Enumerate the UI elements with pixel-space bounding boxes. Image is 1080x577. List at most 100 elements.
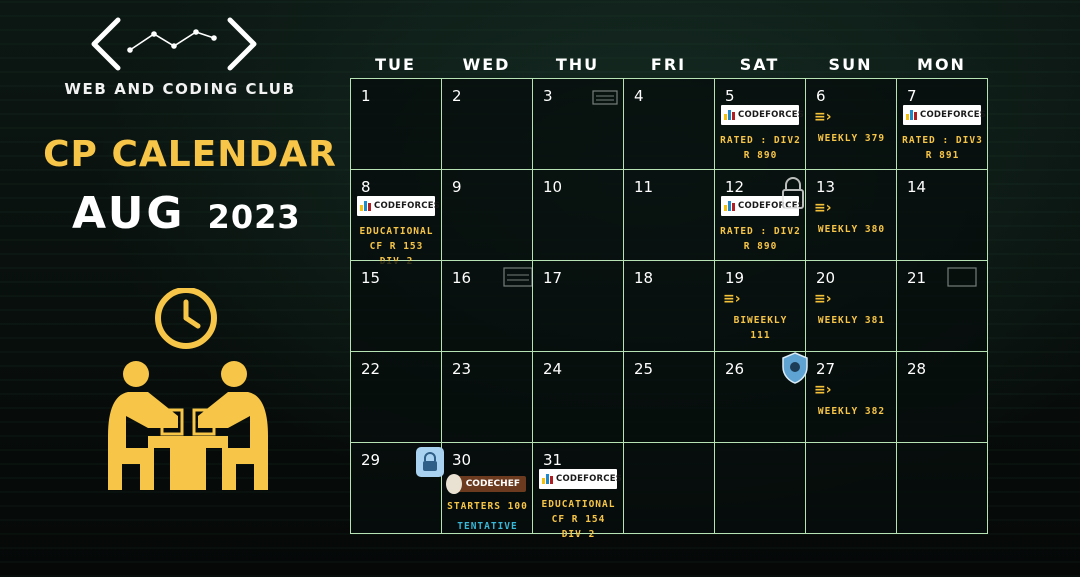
codechef-logo: CODECHEF: [446, 473, 526, 495]
calendar-cell[interactable]: [624, 443, 715, 534]
chef-hat-icon: [446, 474, 462, 494]
calendar-cell[interactable]: 20 ≡› WEEKLY 381: [806, 261, 897, 352]
tentative-label: TENTATIVE: [457, 521, 518, 532]
weekday-1: WED: [462, 55, 511, 74]
day-number: 27: [816, 360, 836, 378]
month-label: AUG: [72, 188, 186, 239]
year-label: 2023: [207, 198, 301, 236]
calendar-cell[interactable]: 7 CODEFORCES RATED : DIV3 R 891: [897, 79, 988, 170]
day-number: 16: [452, 269, 472, 287]
day-number: 24: [543, 360, 563, 378]
calendar-cell[interactable]: 23: [442, 352, 533, 443]
small-badge-icon: [947, 267, 977, 287]
day-number: 7: [907, 87, 917, 105]
day-number: 29: [361, 451, 381, 469]
weekday-5: SUN: [828, 55, 873, 74]
event-label: R 891: [925, 150, 960, 161]
leetcode-logo: ≡›: [814, 200, 836, 216]
day-number: 28: [907, 360, 927, 378]
codeforces-bars-icon: [724, 201, 735, 211]
small-badge-icon: [592, 90, 618, 105]
calendar-cell[interactable]: 28: [897, 352, 988, 443]
day-number: 25: [634, 360, 654, 378]
calendar-cell[interactable]: 9: [442, 170, 533, 261]
event-label: EDUCATIONAL: [541, 499, 616, 510]
calendar-cell[interactable]: 27 ≡› WEEKLY 382: [806, 352, 897, 443]
day-number: 8: [361, 178, 371, 196]
event-label: RATED : DIV3: [902, 135, 983, 146]
weekday-2: THU: [555, 55, 600, 74]
day-number: 22: [361, 360, 381, 378]
padlock-outline-icon: [782, 177, 804, 209]
event-label: WEEKLY 382: [817, 406, 886, 417]
day-number: 2: [452, 87, 462, 105]
calendar-cell[interactable]: 19 ≡› BIWEEKLY 111: [715, 261, 806, 352]
calendar-grid: 1 2 3 4 5 CODEFORCES RATED : DIV2 R 890 6 ≡› WEEKL…: [350, 78, 988, 540]
day-number: 13: [816, 178, 836, 196]
calendar-cell[interactable]: 22: [351, 352, 442, 443]
event-label: WEEKLY 381: [817, 315, 886, 326]
calendar-cell[interactable]: 31 CODEFORCES EDUCATIONAL CF R 154 DIV 2: [533, 443, 624, 540]
codeforces-wordmark: CODEFORCES: [920, 110, 987, 120]
codeforces-logo: CODEFORCES: [539, 469, 622, 489]
calendar-cell[interactable]: 10: [533, 170, 624, 261]
day-number: 19: [725, 269, 745, 287]
club-name: WEB AND CODING CLUB: [64, 80, 296, 98]
leetcode-logo: ≡›: [814, 291, 836, 307]
calendar-cell[interactable]: 4: [624, 79, 715, 170]
day-number: 18: [634, 269, 654, 287]
codeforces-bars-icon: [542, 474, 553, 484]
calendar-cell[interactable]: 11: [624, 170, 715, 261]
calendar-cell[interactable]: 13 ≡› WEEKLY 380: [806, 170, 897, 261]
event-label: 111: [750, 330, 771, 341]
left-panel: WEB AND CODING CLUB CP CALENDAR AUG 2023: [0, 0, 345, 577]
leetcode-chevron-icon: ≡›: [814, 109, 832, 125]
event-label: WEEKLY 380: [817, 224, 886, 235]
calendar-cell[interactable]: [897, 443, 988, 534]
event-label: R 890: [743, 241, 778, 252]
weekday-6: MON: [917, 55, 966, 74]
day-number: 20: [816, 269, 836, 287]
day-number: 11: [634, 178, 654, 196]
lock-icon: [416, 447, 444, 477]
calendar-cell[interactable]: 2: [442, 79, 533, 170]
leetcode-chevron-icon: ≡›: [723, 291, 741, 307]
calendar-cell[interactable]: 24: [533, 352, 624, 443]
calendar-cell[interactable]: 1: [351, 79, 442, 170]
codeforces-wordmark: CODEFORCES: [738, 110, 805, 120]
calendar-cell[interactable]: 25: [624, 352, 715, 443]
code-brackets-icon: [91, 17, 257, 71]
codeforces-logo: CODEFORCES: [721, 105, 804, 125]
day-number: 31: [543, 451, 563, 469]
leetcode-logo: ≡›: [723, 291, 745, 307]
day-number: 23: [452, 360, 472, 378]
calendar-cell[interactable]: 17: [533, 261, 624, 352]
codeforces-bars-icon: [906, 110, 917, 120]
day-number: 10: [543, 178, 563, 196]
calendar-cell[interactable]: 14: [897, 170, 988, 261]
day-number: 21: [907, 269, 927, 287]
small-badge-icon: [503, 267, 533, 287]
leetcode-logo: ≡›: [814, 109, 836, 125]
codeforces-wordmark: CODEFORCES: [374, 201, 441, 211]
day-number: 6: [816, 87, 826, 105]
page-title: CP CALENDAR: [43, 134, 337, 175]
day-number: 12: [725, 178, 745, 196]
coders-clock-icon: [108, 288, 268, 490]
calendar-cell[interactable]: 8CODEFORCESEDUCATIONALCF R 153DIV 2: [351, 170, 442, 267]
event-label: RATED : DIV2: [720, 135, 801, 146]
calendar-cell[interactable]: 5 CODEFORCES RATED : DIV2 R 890: [715, 79, 806, 170]
weekday-3: FRI: [650, 55, 687, 74]
calendar-cell[interactable]: 30 CODECHEF STARTERS 100 TENTATIVE: [442, 443, 533, 534]
calendar-cell[interactable]: 18: [624, 261, 715, 352]
calendar-cell[interactable]: [806, 443, 897, 534]
day-number: 15: [361, 269, 381, 287]
calendar-cell[interactable]: 6 ≡› WEEKLY 379: [806, 79, 897, 170]
codeforces-logo: CODEFORCES: [903, 105, 986, 125]
codeforces-bars-icon: [360, 201, 371, 211]
calendar-cell[interactable]: 15: [351, 261, 442, 352]
day-number: 9: [452, 178, 462, 196]
weekday-0: TUE: [375, 55, 416, 74]
calendar-cell[interactable]: [715, 443, 806, 534]
event-label: STARTERS 100: [447, 501, 528, 512]
